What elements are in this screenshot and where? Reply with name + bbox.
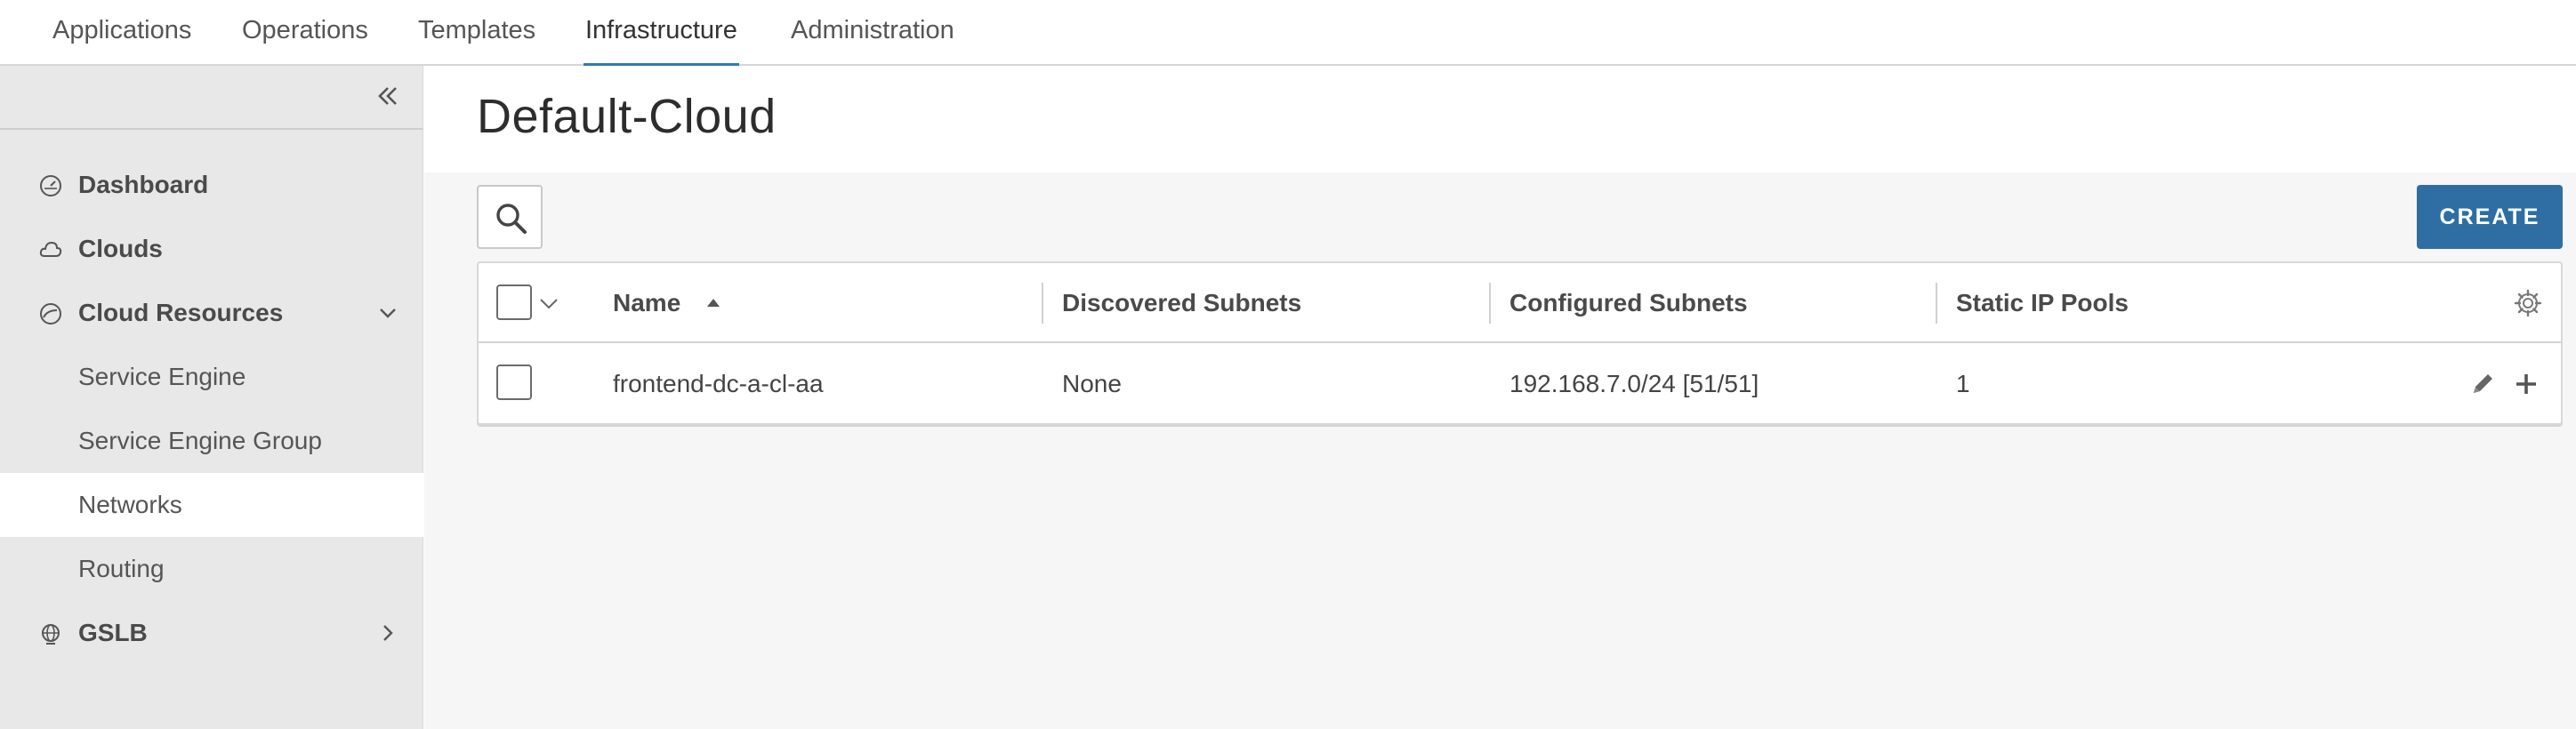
- sidebar-item-gslb[interactable]: GSLB: [0, 601, 423, 665]
- chevron-right-icon[interactable]: [375, 621, 400, 645]
- dashboard-gauge-icon: [40, 175, 61, 196]
- sidebar-item-dashboard[interactable]: Dashboard: [0, 153, 423, 217]
- sidebar-item-label: Service Engine Group: [78, 427, 322, 454]
- table-row[interactable]: frontend-dc-a-cl-aa None 192.168.7.0/24 …: [479, 345, 2561, 423]
- sidebar-item-service-engine[interactable]: Service Engine: [0, 345, 423, 409]
- tab-applications[interactable]: Applications: [51, 0, 193, 66]
- search-icon: [496, 204, 527, 234]
- column-header-configured-subnets[interactable]: Configured Subnets: [1509, 263, 1748, 343]
- tab-templates[interactable]: Templates: [416, 0, 537, 66]
- sidebar-item-label: Cloud Resources: [78, 299, 284, 326]
- gear-icon[interactable]: [2513, 288, 2543, 318]
- sidebar: Dashboard Clouds Cloud Resources Service…: [0, 66, 423, 729]
- column-divider[interactable]: [1936, 283, 1937, 324]
- sidebar-item-label: Routing: [78, 555, 165, 582]
- search-button[interactable]: [477, 185, 543, 249]
- column-header-label: Discovered Subnets: [1062, 289, 1302, 316]
- tab-administration[interactable]: Administration: [789, 0, 956, 66]
- column-header-label: Static IP Pools: [1956, 289, 2129, 316]
- column-divider[interactable]: [1042, 283, 1043, 324]
- double-chevron-left-icon[interactable]: [372, 80, 404, 112]
- sidebar-item-cloud-resources[interactable]: Cloud Resources: [0, 281, 423, 345]
- cell-discovered-subnets: None: [1062, 370, 1122, 397]
- globe-icon: [42, 624, 60, 645]
- sidebar-item-label: Networks: [78, 491, 182, 518]
- chevron-down-icon[interactable]: [537, 292, 560, 315]
- sidebar-item-service-engine-group[interactable]: Service Engine Group: [0, 409, 423, 473]
- sidebar-item-label: Clouds: [78, 235, 163, 262]
- tab-infrastructure[interactable]: Infrastructure: [584, 0, 739, 68]
- column-header-label: Name: [613, 289, 681, 316]
- column-header-static-ip-pools[interactable]: Static IP Pools: [1956, 263, 2129, 343]
- column-header-name[interactable]: Name: [613, 263, 680, 343]
- sidebar-item-label: Service Engine: [78, 363, 246, 390]
- chevron-down-icon[interactable]: [375, 300, 400, 325]
- create-button[interactable]: CREATE: [2417, 185, 2563, 249]
- edit-pencil-icon[interactable]: [2468, 370, 2497, 398]
- networks-table: Name Discovered Subnets Configured Subne…: [477, 261, 2563, 425]
- cell-static-ip-pools: 1: [1956, 370, 1970, 397]
- row-checkbox[interactable]: [496, 364, 532, 400]
- top-navigation: Applications Operations Templates Infras…: [0, 0, 2576, 68]
- tab-operations[interactable]: Operations: [240, 0, 370, 66]
- cloud-resources-gauge-icon: [40, 303, 61, 324]
- cell-name[interactable]: frontend-dc-a-cl-aa: [613, 345, 824, 423]
- table-header: Name Discovered Subnets Configured Subne…: [479, 263, 2561, 343]
- sidebar-collapse-bar: [0, 66, 423, 130]
- column-divider[interactable]: [1489, 283, 1491, 324]
- select-all-checkbox[interactable]: [496, 284, 532, 320]
- sidebar-item-label: Dashboard: [78, 171, 209, 198]
- cloud-icon: [39, 241, 62, 257]
- add-plus-icon[interactable]: [2512, 370, 2540, 398]
- sort-ascending-icon[interactable]: [704, 295, 722, 309]
- main-content: Default-Cloud CREATE Name Discovered Sub…: [424, 66, 2576, 729]
- sidebar-item-networks[interactable]: Networks: [0, 473, 423, 537]
- column-header-discovered-subnets[interactable]: Discovered Subnets: [1062, 263, 1301, 343]
- cell-configured-subnets: 192.168.7.0/24 [51/51]: [1509, 370, 1759, 397]
- sidebar-item-label: GSLB: [78, 619, 148, 646]
- sidebar-item-clouds[interactable]: Clouds: [0, 217, 423, 281]
- sidebar-item-routing[interactable]: Routing: [0, 537, 423, 601]
- column-header-label: Configured Subnets: [1509, 289, 1748, 316]
- title-area: Default-Cloud: [424, 66, 2576, 172]
- page-title: Default-Cloud: [477, 90, 777, 143]
